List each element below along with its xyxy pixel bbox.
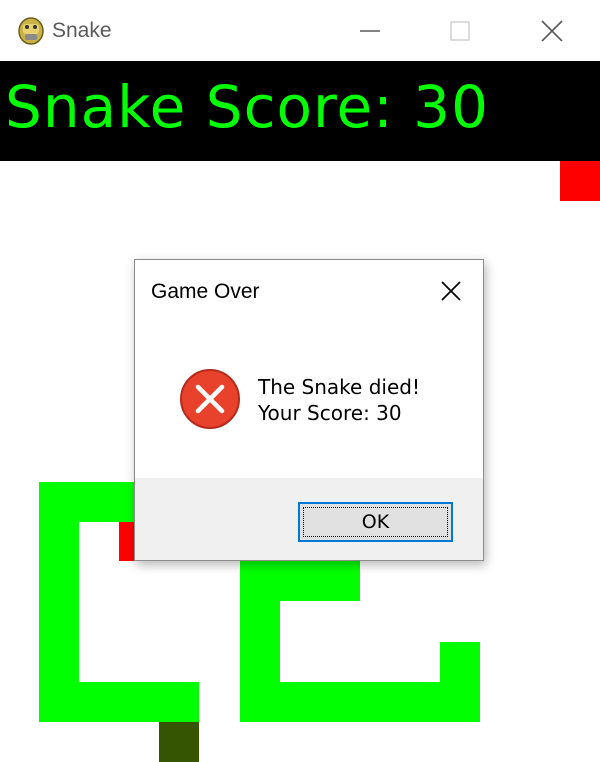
snake-segment [440, 642, 480, 722]
python-icon [15, 14, 47, 46]
error-icon [179, 368, 241, 430]
maximize-icon [450, 20, 470, 41]
minimize-icon [360, 29, 380, 32]
snake-tail [159, 722, 199, 762]
dialog-title: Game Over [151, 280, 260, 303]
maximize-button[interactable] [414, 0, 506, 61]
ok-button[interactable]: OK [298, 502, 453, 542]
score-label: Snake Score: 30 [5, 73, 489, 141]
score-bar: Snake Score: 30 [0, 61, 600, 161]
ok-button-label: OK [361, 511, 390, 533]
close-icon [441, 281, 461, 301]
close-icon [541, 19, 563, 42]
message-line-2: Your Score: 30 [258, 401, 402, 425]
dialog-close-button[interactable] [429, 272, 473, 310]
minimize-button[interactable] [324, 0, 416, 61]
game-over-dialog: Game Over The Snake died! Your Score: 30… [134, 259, 484, 561]
window-title: Snake [52, 19, 112, 42]
message-line-1: The Snake died! [258, 375, 420, 399]
food-block [560, 161, 600, 201]
window-title-bar: Snake [0, 0, 600, 61]
dialog-message: The Snake died! Your Score: 30 [258, 374, 420, 426]
window-close-button[interactable] [506, 0, 598, 61]
snake-segment [39, 682, 199, 722]
